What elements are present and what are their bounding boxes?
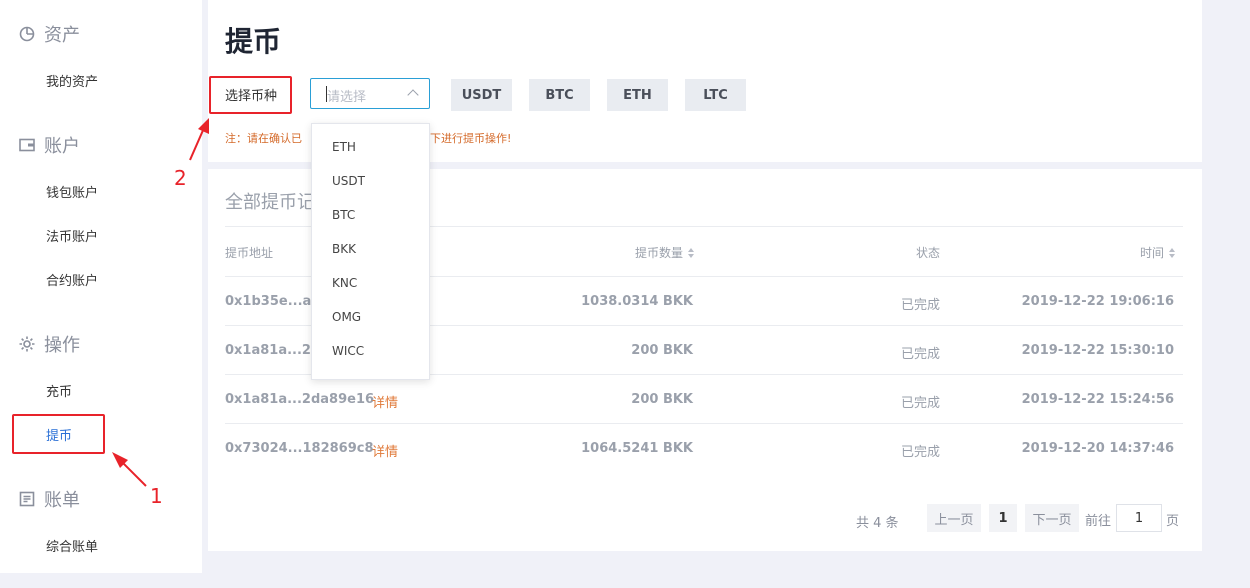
sidebar-item-fiat-account[interactable]: 法币账户: [46, 226, 98, 245]
goto-page-input[interactable]: 1: [1116, 504, 1162, 532]
annotation-highlight-coin-label: [209, 76, 292, 114]
records-title: 全部提币记: [225, 192, 315, 213]
row-time: 2019-12-22 15:30:10: [1021, 343, 1174, 358]
row-status: 已完成: [900, 396, 940, 411]
sidebar-item-my-assets[interactable]: 我的资产: [46, 71, 98, 90]
wallet-icon: [18, 136, 36, 154]
row-amount: 1038.0314 BKK: [581, 294, 693, 309]
annotation-number-2: 2: [174, 166, 187, 190]
row-detail-link[interactable]: 详情: [372, 441, 398, 460]
sort-icon[interactable]: [688, 247, 694, 258]
coin-select-placeholder: 请选择: [327, 90, 367, 105]
warning-note-start: 注：请在确认已: [225, 132, 302, 145]
sidebar-item-contract-account[interactable]: 合约账户: [46, 270, 98, 289]
sidebar-section-accounts: 账户: [18, 132, 80, 158]
sidebar-section-title: 资产: [44, 25, 80, 46]
divider: [225, 423, 1183, 424]
sidebar-section-bills: 账单: [18, 486, 80, 512]
row-amount: 1064.5241 BKK: [581, 441, 693, 456]
row-amount: 200 BKK: [631, 343, 693, 358]
column-header-status: 状态: [915, 246, 940, 260]
row-status: 已完成: [900, 445, 940, 460]
quick-coin-eth-button[interactable]: ETH: [607, 79, 668, 111]
pagination-total: 共 4 条: [856, 516, 899, 531]
page-number-button[interactable]: 1: [989, 504, 1017, 532]
gear-icon: [18, 335, 36, 353]
dropdown-option-usdt[interactable]: USDT: [332, 174, 365, 188]
sidebar-section-title: 账户: [44, 136, 80, 157]
prev-page-button[interactable]: 上一页: [927, 504, 981, 532]
column-header-time-label: 时间: [1139, 246, 1164, 260]
bill-icon: [18, 490, 36, 508]
dropdown-option-eth[interactable]: ETH: [332, 140, 356, 154]
sidebar-item-wallet-account[interactable]: 钱包账户: [46, 182, 98, 201]
row-time: 2019-12-22 19:06:16: [1021, 294, 1174, 309]
annotation-highlight-withdraw: [12, 414, 105, 454]
page-title: 提币: [225, 25, 282, 58]
sidebar-section-title: 操作: [44, 335, 80, 356]
dropdown-option-bkk[interactable]: BKK: [332, 242, 356, 256]
row-status: 已完成: [900, 347, 940, 362]
column-header-address: 提币地址: [225, 246, 274, 260]
row-time: 2019-12-20 14:37:46: [1021, 441, 1174, 456]
row-address: 0x73024...182869c8: [225, 441, 374, 456]
sort-icon[interactable]: [1169, 247, 1175, 258]
sidebar-section-operations: 操作: [18, 331, 80, 357]
annotation-number-1: 1: [150, 484, 163, 508]
quick-coin-btc-button[interactable]: BTC: [529, 79, 590, 111]
pie-chart-icon: [18, 25, 36, 43]
warning-note-end: 下进行提币操作!: [430, 132, 512, 145]
text-cursor: [326, 86, 327, 102]
column-header-time[interactable]: 时间: [1140, 244, 1175, 261]
column-header-amount-label: 提币数量: [634, 246, 683, 260]
sidebar: 资产 我的资产 账户 钱包账户 法币账户 合约账户 操作 充币 提币 账单 综合…: [0, 0, 202, 573]
sidebar-section-title: 账单: [44, 490, 80, 511]
dropdown-option-knc[interactable]: KNC: [332, 276, 357, 290]
row-amount: 200 BKK: [631, 392, 693, 407]
sidebar-item-general-bill[interactable]: 综合账单: [46, 536, 98, 555]
quick-coin-ltc-button[interactable]: LTC: [685, 79, 746, 111]
quick-coin-usdt-button[interactable]: USDT: [451, 79, 512, 111]
goto-suffix: 页: [1166, 514, 1180, 529]
chevron-up-icon: [407, 89, 419, 101]
goto-prefix: 前往: [1085, 514, 1112, 529]
dropdown-option-wicc[interactable]: WICC: [332, 344, 364, 358]
row-detail-link[interactable]: 详情: [372, 392, 398, 411]
column-header-amount[interactable]: 提币数量: [635, 244, 694, 261]
row-status: 已完成: [900, 298, 940, 313]
row-time: 2019-12-22 15:24:56: [1021, 392, 1174, 407]
coin-select[interactable]: 请选择: [310, 78, 430, 109]
dropdown-option-omg[interactable]: OMG: [332, 310, 361, 324]
row-address: 0x1a81a...2da89e16: [225, 392, 375, 407]
sidebar-section-assets: 资产: [18, 21, 80, 47]
next-page-button[interactable]: 下一页: [1025, 504, 1079, 532]
coin-select-dropdown: ETH USDT BTC BKK KNC OMG WICC: [311, 123, 430, 380]
sidebar-item-deposit[interactable]: 充币: [46, 381, 72, 400]
dropdown-option-btc[interactable]: BTC: [332, 208, 355, 222]
